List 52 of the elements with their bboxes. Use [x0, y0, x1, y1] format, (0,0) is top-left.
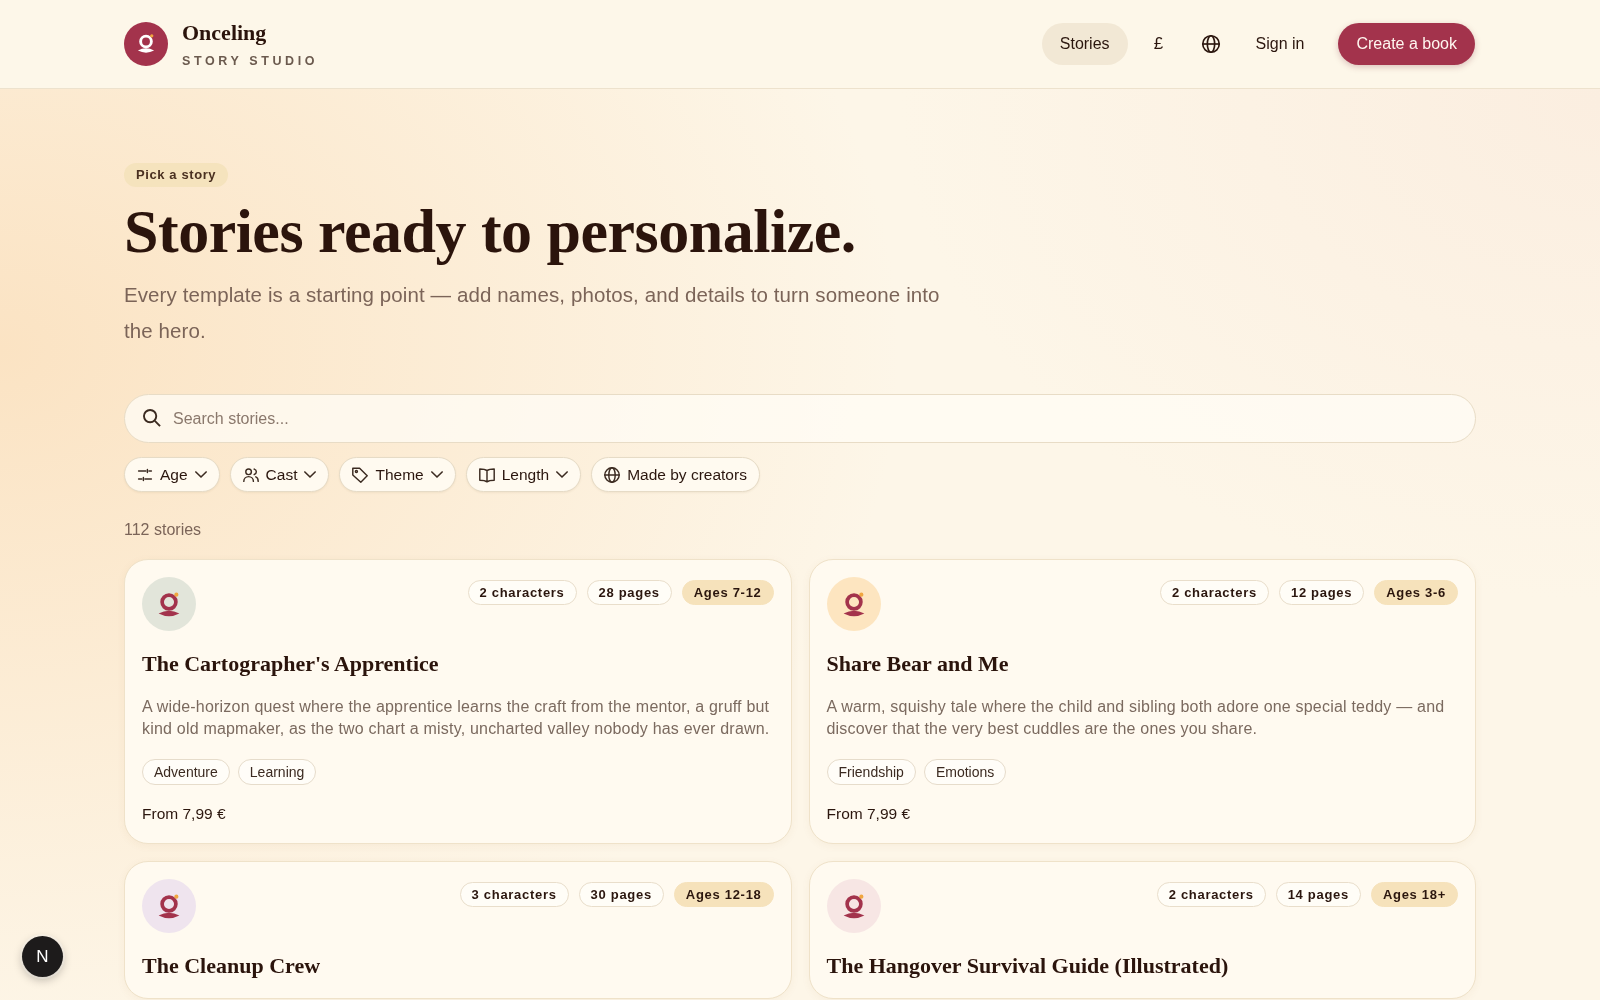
filter-button[interactable]: Theme — [339, 457, 456, 492]
meta-tag: 2 characters — [467, 580, 577, 605]
theme-tag: Friendship — [826, 759, 916, 785]
meta-tag: 2 characters — [1156, 882, 1266, 907]
sign-in-link[interactable]: Sign in — [1241, 23, 1319, 65]
brand-name: Onceling — [182, 19, 268, 46]
filter-button[interactable]: Made by creators — [591, 457, 760, 492]
filter-button[interactable]: Length — [465, 457, 582, 492]
book-icon — [478, 466, 495, 483]
story-card[interactable]: 3 characters 30 pages Ages 12-18 The Cleanup Crew — [124, 861, 792, 999]
theme-tag: Learning — [237, 759, 317, 785]
story-price: From 7,99 € — [142, 804, 227, 824]
story-title: The Cleanup Crew — [142, 953, 322, 979]
brand-tagline: STORY STUDIO — [182, 53, 319, 69]
theme-tag: Emotions — [923, 759, 1007, 785]
meta-tag: 2 characters — [1159, 580, 1269, 605]
story-price: From 7,99 € — [826, 804, 912, 824]
story-card[interactable] — [124, 559, 792, 844]
section-badge: Pick a story — [124, 163, 229, 187]
tag-icon — [352, 466, 369, 483]
result-count: 112 stories — [124, 520, 203, 540]
age-tag: Ages 3-6 — [1374, 580, 1458, 605]
users-icon — [242, 466, 259, 483]
dev-tools-button[interactable]: N — [22, 936, 63, 977]
meta-tag: 12 pages — [1278, 580, 1365, 605]
story-card[interactable] — [808, 559, 1476, 844]
sliders-icon — [137, 466, 153, 483]
story-title: Share Bear and Me — [826, 651, 1010, 677]
search-field[interactable]: Search stories... — [124, 394, 1476, 443]
filter-button[interactable]: Age — [124, 457, 220, 492]
currency-button[interactable]: £ — [1137, 23, 1180, 65]
story-title: The Cartographer's Apprentice — [142, 651, 440, 677]
meta-tag: 28 pages — [586, 580, 672, 605]
story-description: A warm, squishy tale where the child and sibling both adore one special teddy — and discover that the very best cuddles are the ones you share. — [826, 697, 1446, 739]
meta-tag: 3 characters — [459, 882, 569, 907]
globe-icon — [604, 466, 621, 483]
age-tag: Ages 12-18 — [673, 882, 774, 907]
meta-tag: 14 pages — [1275, 882, 1361, 907]
nav-link[interactable]: Stories — [1041, 23, 1128, 65]
story-description: A wide-horizon quest where the apprentice learns the craft from the mentor, a gruff but kind old mapmaker, as the two chart a misty, uncharted valley nobody has ever drawn. — [142, 697, 771, 739]
search-icon — [143, 409, 161, 427]
filter-button[interactable]: Cast — [229, 457, 330, 492]
page-subtitle: Every template is a starting point — add names, photos, and details to turn someone into the hero. — [124, 282, 941, 344]
story-card[interactable]: 2 characters 14 pages Ages 18+ The Hangover Survival Guide (Illustrated) — [808, 861, 1476, 999]
theme-tag: Adventure — [142, 759, 230, 785]
create-book-button[interactable]: Create a book — [1338, 23, 1475, 65]
age-tag: Ages 18+ — [1370, 882, 1458, 907]
meta-tag: 30 pages — [578, 882, 664, 907]
story-title: The Hangover Survival Guide (Illustrated) — [826, 953, 1230, 979]
age-tag: Ages 7-12 — [681, 580, 774, 605]
logo-icon — [124, 22, 168, 66]
globe-icon — [1199, 33, 1222, 55]
